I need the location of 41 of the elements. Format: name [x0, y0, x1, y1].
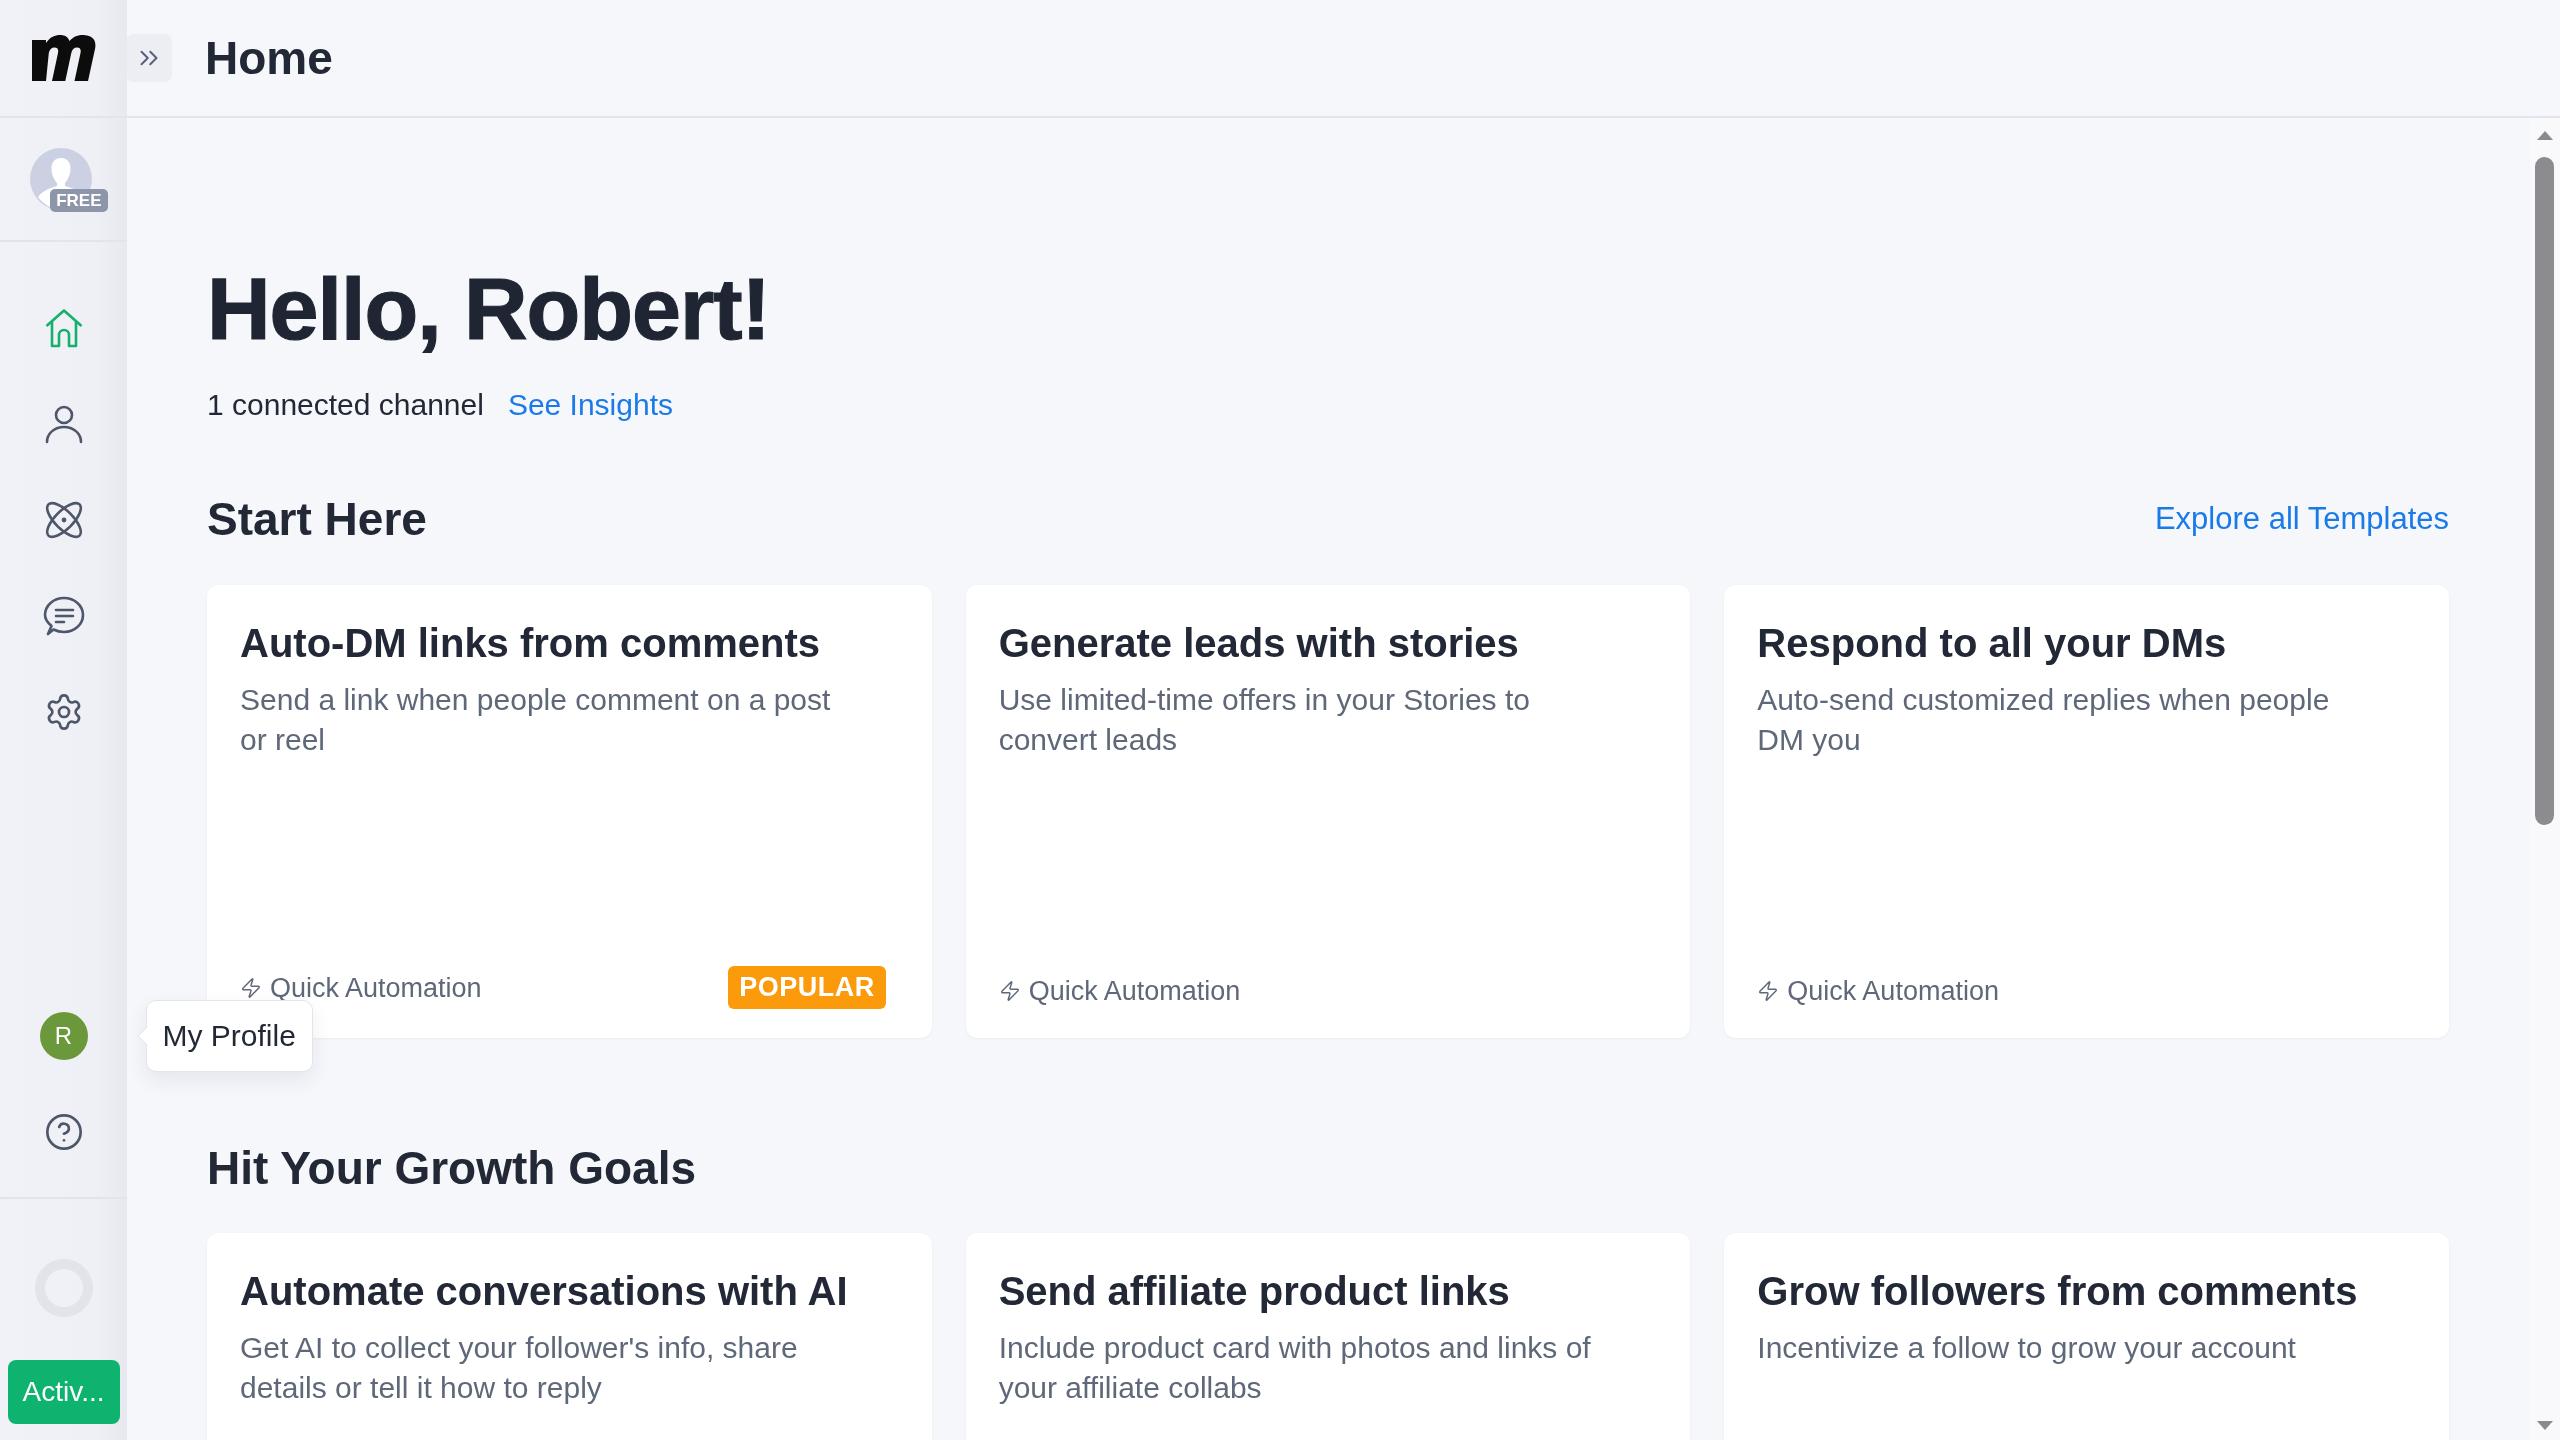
page-title: Home: [205, 31, 333, 86]
card-title: Auto-DM links from comments: [240, 620, 821, 667]
caret-up-icon[interactable]: [2537, 131, 2553, 140]
lightning-icon: [240, 976, 262, 999]
explore-templates-link[interactable]: Explore all Templates: [2154, 501, 2449, 537]
home-icon: [43, 308, 84, 348]
card-title: Respond to all your DMs: [1757, 620, 2227, 667]
card-tag: Quick Automation: [1028, 973, 1241, 1009]
section-title: Start Here: [207, 492, 427, 547]
card-description: Auto-send customized replies when people DM you: [1757, 682, 2331, 758]
caret-down-icon[interactable]: [2537, 1421, 2553, 1430]
chat-bubble-icon: [42, 596, 85, 636]
card-title: Generate leads with stories: [998, 620, 1519, 667]
template-card[interactable]: Grow followers from comments Incentivize a follow to grow your account: [1724, 1233, 2449, 1440]
scrollbar-thumb[interactable]: [2535, 157, 2554, 825]
lightning-icon: [1757, 980, 1780, 1002]
expand-sidebar-button[interactable]: [126, 34, 172, 82]
greeting-heading: Hello, Robert!: [207, 263, 770, 355]
atom-icon: [43, 500, 84, 540]
card-description: Get AI to collect your follower's info, share details or tell it how to reply: [240, 1330, 799, 1406]
card-tag: Quick Automation: [1787, 973, 1999, 1009]
connected-channels-text: 1 connected channel: [207, 387, 484, 423]
lightning-icon: [998, 980, 1021, 1002]
card-title: Send affiliate product links: [998, 1268, 1510, 1315]
card-description: Include product card with photos and links of your affiliate collabs: [998, 1330, 1592, 1406]
plan-badge: FREE: [50, 189, 108, 212]
card-description: Use limited-time offers in your Stories to convert leads: [998, 682, 1531, 758]
popular-badge: POPULAR: [728, 966, 886, 1009]
card-title: Grow followers from comments: [1757, 1268, 2358, 1315]
logo-icon: [31, 35, 96, 81]
see-insights-link[interactable]: See Insights: [507, 385, 673, 425]
card-title: Automate conversations with AI: [240, 1268, 848, 1315]
person-icon: [43, 404, 84, 444]
template-card[interactable]: Generate leads with stories Use limited-time offers in your Stories to convert leads Quick Automation: [965, 585, 1691, 1038]
card-description: Incentivize a follow to grow your account: [1757, 1330, 2296, 1366]
card-description: Send a link when people comment on a post or reel: [240, 682, 832, 758]
template-card[interactable]: Automate conversations with AI Get AI to collect your follower's info, share details or tell it how to reply: [207, 1233, 932, 1440]
template-card[interactable]: Respond to all your DMs Auto-send customized replies when people DM you Quick Automation: [1724, 585, 2449, 1038]
template-card[interactable]: Send affiliate product links Include product card with photos and links of your affiliate collabs: [965, 1233, 1691, 1440]
help-icon: [43, 1112, 84, 1152]
section-title: Hit Your Growth Goals: [207, 1141, 696, 1196]
